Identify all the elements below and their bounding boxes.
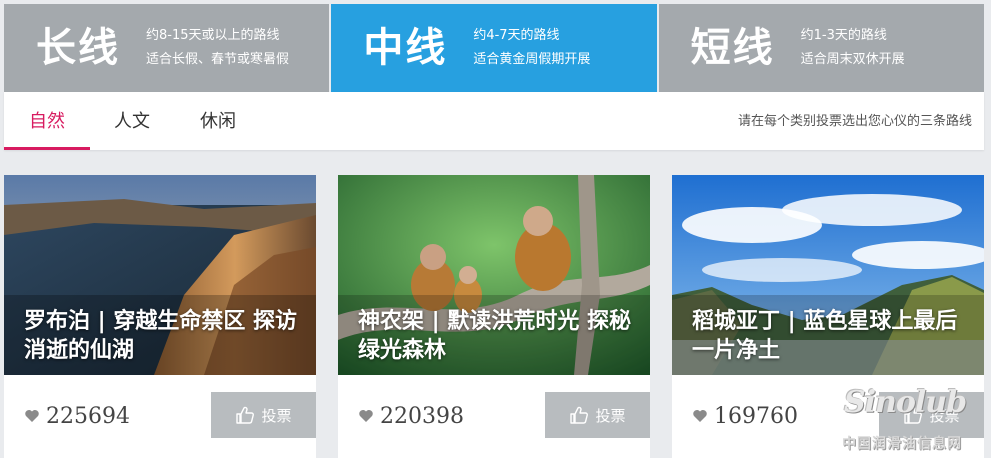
tab-short-desc: 约1-3天的路线 适合周末双休开展 — [801, 28, 905, 68]
heart-icon — [25, 410, 39, 422]
route-card[interactable]: 神农架 | 默读洪荒时光 探秘绿光森林 220398 投票 — [338, 175, 650, 458]
thumbs-up-icon — [904, 406, 923, 424]
vote-count-number: 169760 — [714, 403, 798, 429]
vote-count: 225694 — [24, 401, 130, 431]
vote-button[interactable]: 投票 — [545, 392, 650, 438]
vote-hint: 请在每个类别投票选出您心仪的三条路线 — [737, 114, 972, 129]
heart-icon — [693, 410, 707, 422]
tab-long-label: 长线 — [36, 25, 120, 71]
vote-button-label: 投票 — [595, 406, 626, 425]
category-tab-nature[interactable]: 自然 — [4, 92, 90, 150]
heart-icon — [359, 410, 373, 422]
vote-button-label: 投票 — [261, 406, 292, 425]
vote-count-number: 225694 — [46, 403, 130, 429]
thumbs-up-icon — [570, 406, 589, 424]
route-tabs: 长线 约8-15天或以上的路线 适合长假、春节或寒暑假 中线 约4-7天的路线 … — [4, 4, 984, 102]
tab-long-route[interactable]: 长线 约8-15天或以上的路线 适合长假、春节或寒暑假 — [4, 4, 330, 92]
category-tab-leisure[interactable]: 休闲 — [190, 92, 246, 150]
tab-medium-desc-duration: 约4-7天的路线 — [473, 28, 560, 43]
route-photo-desert-lake[interactable]: 罗布泊 | 穿越生命禁区 探访消逝的仙湖 — [4, 175, 316, 375]
tab-short-desc-suitable: 适合周末双休开展 — [800, 52, 905, 67]
tab-short-label: 短线 — [690, 25, 775, 71]
tab-short-desc-duration: 约1-3天的路线 — [800, 28, 887, 43]
page: 长线 约8-15天或以上的路线 适合长假、春节或寒暑假 中线 约4-7天的路线 … — [0, 0, 991, 458]
tab-medium-desc-suitable: 适合黄金周假期开展 — [473, 52, 591, 67]
vote-button[interactable]: 投票 — [879, 392, 984, 438]
vote-button-label: 投票 — [929, 406, 960, 425]
thumbs-up-icon — [236, 406, 255, 424]
route-card[interactable]: 罗布泊 | 穿越生命禁区 探访消逝的仙湖 225694 投票 — [4, 175, 316, 458]
route-title: 稻城亚丁 | 蓝色星球上最后一片净土 — [692, 309, 958, 363]
route-title: 罗布泊 | 穿越生命禁区 探访消逝的仙湖 — [24, 309, 298, 363]
tab-long-desc: 约8-15天或以上的路线 适合长假、春节或寒暑假 — [146, 28, 289, 68]
vote-count: 220398 — [358, 401, 464, 431]
vote-button[interactable]: 投票 — [211, 392, 316, 438]
route-photo-blue-sky-mountains[interactable]: 稻城亚丁 | 蓝色星球上最后一片净土 — [672, 175, 984, 375]
route-photo-golden-monkeys[interactable]: 神农架 | 默读洪荒时光 探秘绿光森林 — [338, 175, 650, 375]
tab-long-desc-duration: 约8-15天或以上的路线 — [146, 28, 280, 43]
category-bar: 自然 人文 休闲 请在每个类别投票选出您心仪的三条路线 — [4, 92, 984, 150]
route-card[interactable]: 稻城亚丁 | 蓝色星球上最后一片净土 169760 投票 — [672, 175, 984, 458]
vote-count-number: 220398 — [380, 403, 464, 429]
category-tab-culture[interactable]: 人文 — [104, 92, 160, 150]
tab-medium-desc: 约4-7天的路线 适合黄金周假期开展 — [473, 28, 590, 68]
tab-medium-route[interactable]: 中线 约4-7天的路线 适合黄金周假期开展 — [331, 4, 657, 102]
tab-short-route[interactable]: 短线 约1-3天的路线 适合周末双休开展 — [658, 4, 984, 92]
vote-count: 169760 — [692, 401, 798, 431]
route-title: 神农架 | 默读洪荒时光 探秘绿光森林 — [358, 309, 632, 363]
tab-long-desc-suitable: 适合长假、春节或寒暑假 — [146, 52, 290, 67]
tab-medium-label: 中线 — [363, 25, 448, 71]
